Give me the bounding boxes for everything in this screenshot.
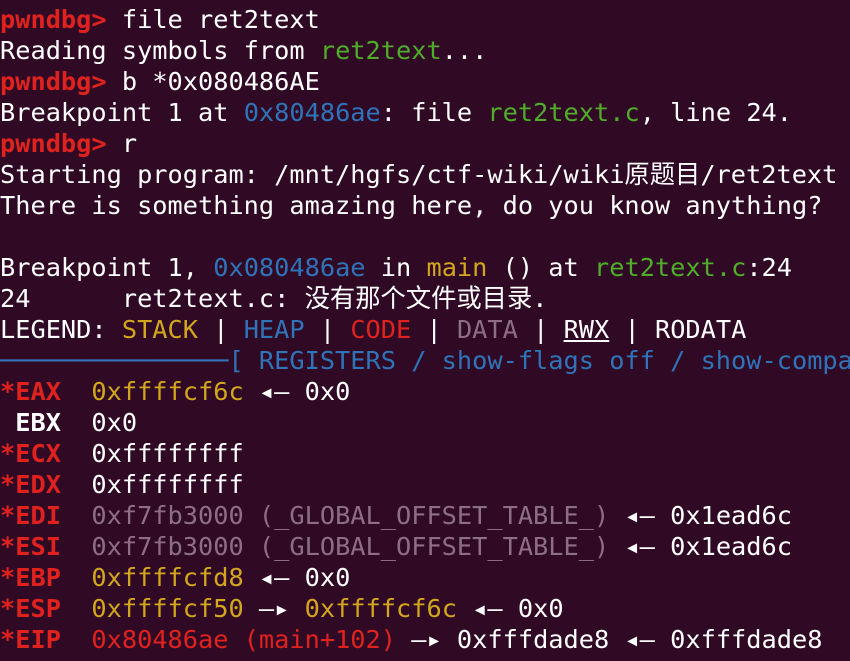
terminal-window[interactable]: pwndbg> file ret2text Reading symbols fro… [0,0,850,661]
terminal-text-segment: 0x80486ae (main+102) [91,625,396,654]
terminal-text-segment: ◂— 0x0 [456,594,564,623]
terminal-line: pwndbg> b *0x080486AE [0,66,850,97]
terminal-text-segment: HEAP [243,315,305,344]
terminal-text-segment: r [106,129,138,158]
terminal-text-segment: *ESP [0,594,61,623]
terminal-line: Starting program: /mnt/hgfs/ctf-wiki/wik… [0,159,850,190]
terminal-text-segment: 0x0 [60,408,138,437]
terminal-line: EBX 0x0 [0,407,850,438]
terminal-text-segment: : file [380,98,488,127]
terminal-line: Breakpoint 1 at 0x80486ae: file ret2text… [0,97,850,128]
terminal-line: pwndbg> r [0,128,850,159]
terminal-text-segment: —▸ 0xfffdade8 ◂— 0xfffdade8 [396,625,823,654]
terminal-text-segment: *EAX [0,377,61,406]
terminal-text-segment: 0xf7fb3000 (_GLOBAL_OFFSET_TABLE_) [91,501,610,530]
terminal-line: Breakpoint 1, 0x080486ae in main () at r… [0,252,850,283]
terminal-text-segment: STACK [121,315,198,344]
terminal-line: *EIP 0x80486ae (main+102) —▸ 0xfffdade8 … [0,624,850,655]
terminal-text-segment: ret2text [319,36,442,65]
terminal-text-segment: *EBP [0,563,61,592]
terminal-line: *ECX 0xffffffff [0,438,850,469]
terminal-text-segment: ◂— 0x1ead6c [609,532,792,561]
terminal-text-segment: | [304,315,351,344]
terminal-text-segment: | [517,315,564,344]
terminal-text-segment: *EDI [0,501,61,530]
terminal-text-segment: 0xffffcf6c [304,594,457,623]
terminal-line: *EDI 0xf7fb3000 (_GLOBAL_OFFSET_TABLE_) … [0,500,850,531]
terminal-text-segment: Breakpoint 1 at [0,98,244,127]
terminal-text-segment: in [365,253,427,282]
terminal-line: Reading symbols from ret2text... [0,35,850,66]
terminal-text-segment: 0xffffcf50 [91,594,244,623]
terminal-text-segment: 0x080486ae [213,253,366,282]
terminal-line: 24 ret2text.c: 没有那个文件或目录. [0,283,850,314]
terminal-text-segment: :24 [746,253,793,282]
terminal-line: *ESP 0xffffcf50 —▸ 0xffffcf6c ◂— 0x0 [0,593,850,624]
terminal-text-segment: *ESI [0,532,61,561]
terminal-text-segment: ◂— 0x0 [243,563,351,592]
terminal-text-segment: | RODATA [609,315,747,344]
terminal-text-segment: pwndbg> [0,5,107,34]
terminal-line: *EDX 0xffffffff [0,469,850,500]
terminal-text-segment: EBX [0,408,61,437]
terminal-text-segment: 0xffffcf6c [91,377,244,406]
terminal-text-segment: ◂— 0x1ead6c [609,501,792,530]
terminal-text-segment: ───────────────[ REGISTERS / show-flags … [0,346,850,375]
terminal-text-segment: b *0x080486AE [106,67,320,96]
terminal-text-segment: —▸ [243,594,305,623]
terminal-text-segment: 0xffffffff [60,470,244,499]
terminal-text-segment: 0xffffcfd8 [91,563,244,592]
terminal-line: *ESI 0xf7fb3000 (_GLOBAL_OFFSET_TABLE_) … [0,531,850,562]
terminal-text-segment: 0xf7fb3000 (_GLOBAL_OFFSET_TABLE_) [91,532,610,561]
terminal-text-segment: *ECX [0,439,61,468]
terminal-text-segment: 0x80486ae [243,98,381,127]
terminal-text-segment: RWX [563,315,610,344]
terminal-text-segment: () at [487,253,595,282]
terminal-text-segment: There is something amazing here, do you … [0,191,823,220]
terminal-text-segment: DATA [456,315,518,344]
terminal-text-segment: | [411,315,457,344]
terminal-text-segment: 0xffffffff [60,439,244,468]
terminal-text-segment: *EDX [0,470,61,499]
terminal-line: ───────────────[ REGISTERS / show-flags … [0,345,850,376]
terminal-line: LEGEND: STACK | HEAP | CODE | DATA | RWX… [0,314,850,345]
terminal-text-segment: Starting program: /mnt/hgfs/ctf-wiki/wik… [0,160,838,189]
terminal-text-segment: *EIP [0,625,61,654]
terminal-text-segment: ... [441,36,488,65]
terminal-text-segment: pwndbg> [0,67,107,96]
terminal-text-segment: CODE [350,315,412,344]
terminal-text-segment: pwndbg> [0,129,107,158]
terminal-line: *EBP 0xffffcfd8 ◂— 0x0 [0,562,850,593]
terminal-line: There is something amazing here, do you … [0,190,850,221]
terminal-text-segment: | [198,315,244,344]
terminal-text-segment: Breakpoint 1, [0,253,214,282]
terminal-text-segment: LEGEND: [0,315,122,344]
terminal-text-segment: main [426,253,488,282]
terminal-text-segment: ◂— 0x0 [243,377,351,406]
terminal-text-segment: , line 24. [639,98,793,127]
terminal-line: *EAX 0xffffcf6c ◂— 0x0 [0,376,850,407]
terminal-line: pwndbg> file ret2text [0,4,850,35]
terminal-text-segment: ret2text.c [487,98,640,127]
terminal-text-segment: 24 ret2text.c: 没有那个文件或目录. [0,284,548,313]
terminal-text-segment: ret2text.c [594,253,747,282]
terminal-text-segment: file ret2text [106,5,320,34]
terminal-text-segment: Reading symbols from [0,36,320,65]
